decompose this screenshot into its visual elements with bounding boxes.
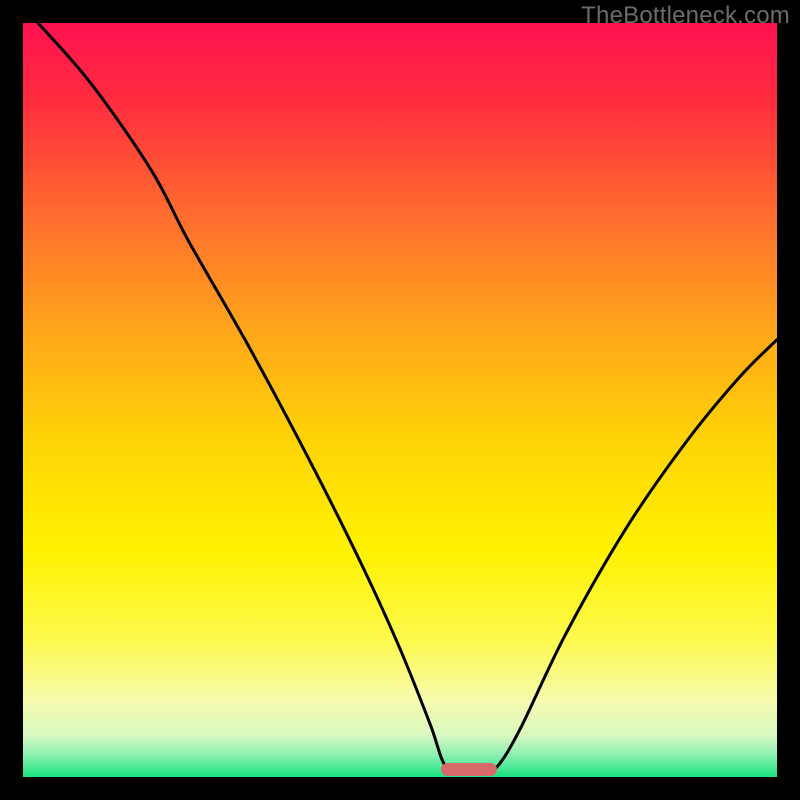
chart-frame: TheBottleneck.com	[0, 0, 800, 800]
plot-area	[23, 23, 777, 777]
watermark-text: TheBottleneck.com	[581, 2, 790, 30]
optimal-range-marker	[441, 763, 497, 776]
curve-path	[38, 23, 777, 774]
bottleneck-curve	[23, 23, 777, 777]
